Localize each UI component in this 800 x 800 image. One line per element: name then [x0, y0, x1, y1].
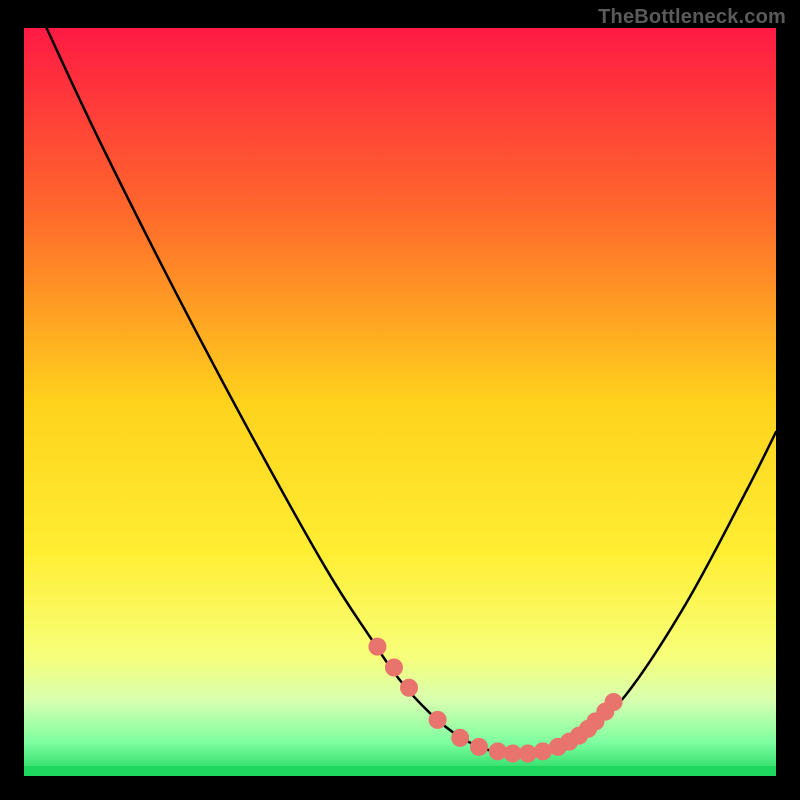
marker-dot [401, 679, 418, 696]
marker-dot [452, 729, 469, 746]
marker-dot [470, 738, 487, 755]
marker-dot [385, 659, 402, 676]
marker-dot [504, 745, 521, 762]
marker-dot [605, 693, 622, 710]
marker-dot [429, 711, 446, 728]
chart-svg [0, 0, 800, 800]
marker-dot [534, 743, 551, 760]
marker-dot [369, 638, 386, 655]
marker-dot [519, 745, 536, 762]
green-band [24, 766, 776, 776]
marker-dot [489, 743, 506, 760]
chart-stage: TheBottleneck.com [0, 0, 800, 800]
